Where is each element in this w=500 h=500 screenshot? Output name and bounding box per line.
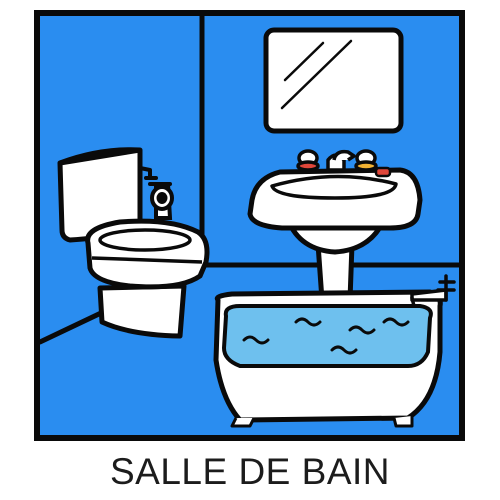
- mirror-icon: [263, 27, 404, 134]
- bathroom-pictogram: [34, 10, 465, 441]
- bathtub-icon: [213, 289, 443, 428]
- caption-label: SALLE DE BAIN: [109, 451, 390, 492]
